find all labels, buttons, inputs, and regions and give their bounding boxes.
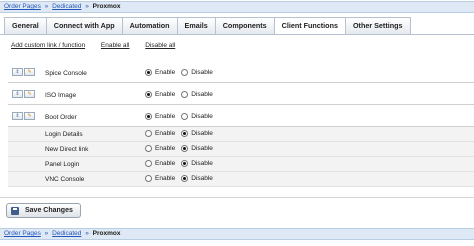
tab-bar: General Connect with App Automation Emai… xyxy=(4,17,411,35)
enable-label: Enable xyxy=(155,130,176,137)
disable-radio[interactable] xyxy=(181,175,189,182)
enable-all-link[interactable]: Enable all xyxy=(101,42,130,49)
disable-radio[interactable] xyxy=(181,160,189,167)
function-label: Spice Console xyxy=(45,70,87,77)
arrows-icon[interactable]: ⇕ xyxy=(12,90,23,98)
breadcrumb-top: Order Pages » Dedicated » Proxmox xyxy=(0,1,474,13)
breadcrumb-separator: » xyxy=(44,230,49,237)
enable-label: Enable xyxy=(155,160,176,167)
function-row-spice-console: ⇕ ✎ Spice Console Enable Disable xyxy=(8,61,474,83)
pencil-icon[interactable]: ✎ xyxy=(24,112,35,120)
function-row-boot-order: ⇕ ✎ Boot Order Enable Disable xyxy=(8,105,474,127)
save-changes-label: Save Changes xyxy=(25,207,73,214)
breadcrumb-separator: » xyxy=(85,230,89,237)
function-row-iso-image: ⇕ ✎ ISO Image Enable Disable xyxy=(8,83,474,105)
enable-radio[interactable] xyxy=(145,130,152,137)
enable-radio[interactable] xyxy=(145,145,152,152)
function-label: Panel Login xyxy=(45,161,80,168)
arrows-icon[interactable]: ⇕ xyxy=(12,68,23,76)
disable-label: Disable xyxy=(191,91,213,98)
pencil-icon[interactable]: ✎ xyxy=(24,90,35,98)
disable-label: Disable xyxy=(191,69,213,76)
disable-label: Disable xyxy=(191,130,213,137)
disable-label: Disable xyxy=(191,175,213,182)
function-row-new-direct-link: New Direct link Enable Disable xyxy=(8,142,474,157)
disable-all-link[interactable]: Disable all xyxy=(145,42,175,49)
breadcrumb-current: Proxmox xyxy=(92,3,121,10)
enable-disable-options: Enable Disable xyxy=(145,69,219,76)
client-functions-list: ⇕ ✎ Spice Console Enable Disable ⇕ ✎ ISO… xyxy=(8,61,474,187)
row-controls: ⇕ ✎ xyxy=(12,68,36,76)
enable-disable-options: Enable Disable xyxy=(145,145,219,152)
disable-radio[interactable] xyxy=(181,113,189,120)
function-label: Boot Order xyxy=(45,114,77,121)
tab-emails[interactable]: Emails xyxy=(176,17,216,34)
tab-client-functions[interactable]: Client Functions xyxy=(273,17,346,35)
function-row-vnc-console: VNC Console Enable Disable xyxy=(8,172,474,187)
enable-disable-options: Enable Disable xyxy=(145,130,219,137)
tab-divider xyxy=(0,34,474,35)
function-label: VNC Console xyxy=(45,176,85,183)
disable-label: Disable xyxy=(191,145,213,152)
enable-label: Enable xyxy=(155,113,176,120)
disable-radio[interactable] xyxy=(181,130,189,137)
breadcrumb-link-dedicated[interactable]: Dedicated xyxy=(52,230,81,237)
pencil-icon[interactable]: ✎ xyxy=(24,68,35,76)
function-row-panel-login: Panel Login Enable Disable xyxy=(8,157,474,172)
enable-radio[interactable] xyxy=(145,175,152,182)
enable-label: Enable xyxy=(155,145,176,152)
enable-radio[interactable] xyxy=(145,69,152,76)
breadcrumb-current: Proxmox xyxy=(92,230,121,237)
breadcrumb-separator: » xyxy=(85,3,89,10)
row-controls: ⇕ ✎ xyxy=(12,90,36,98)
tab-components[interactable]: Components xyxy=(214,17,275,34)
tab-connect-with-app[interactable]: Connect with App xyxy=(45,17,123,34)
tab-general[interactable]: General xyxy=(4,17,47,34)
enable-radio[interactable] xyxy=(145,91,152,98)
enable-disable-options: Enable Disable xyxy=(145,91,219,98)
enable-radio[interactable] xyxy=(145,160,152,167)
enable-label: Enable xyxy=(155,91,176,98)
disable-radio[interactable] xyxy=(181,145,189,152)
disable-label: Disable xyxy=(191,160,213,167)
function-label: ISO Image xyxy=(45,92,77,99)
action-links: Add custom link / function Enable all Di… xyxy=(11,42,189,49)
breadcrumb-separator: » xyxy=(44,3,49,10)
save-changes-button[interactable]: Save Changes xyxy=(6,203,81,218)
add-custom-link-button[interactable]: Add custom link / function xyxy=(11,42,85,49)
enable-disable-options: Enable Disable xyxy=(145,113,219,120)
tab-automation[interactable]: Automation xyxy=(121,17,178,34)
disk-icon xyxy=(11,206,19,215)
function-label: Login Details xyxy=(45,131,83,138)
breadcrumb-link-dedicated[interactable]: Dedicated xyxy=(52,3,81,10)
function-row-login-details: Login Details Enable Disable xyxy=(8,127,474,142)
disable-label: Disable xyxy=(191,113,213,120)
enable-disable-options: Enable Disable xyxy=(145,160,219,167)
breadcrumb-link-order-pages[interactable]: Order Pages xyxy=(4,3,41,10)
breadcrumb-link-order-pages[interactable]: Order Pages xyxy=(4,230,41,237)
disable-radio[interactable] xyxy=(181,91,189,98)
enable-label: Enable xyxy=(155,175,176,182)
breadcrumb-bottom: Order Pages » Dedicated » Proxmox xyxy=(0,228,474,240)
enable-label: Enable xyxy=(155,69,176,76)
row-controls: ⇕ ✎ xyxy=(12,112,36,120)
disable-radio[interactable] xyxy=(181,69,189,76)
enable-disable-options: Enable Disable xyxy=(145,175,219,182)
footer-divider xyxy=(0,197,474,198)
enable-radio[interactable] xyxy=(145,113,152,120)
arrows-icon[interactable]: ⇕ xyxy=(12,112,23,120)
tab-other-settings[interactable]: Other Settings xyxy=(344,17,411,34)
function-label: New Direct link xyxy=(45,146,89,153)
